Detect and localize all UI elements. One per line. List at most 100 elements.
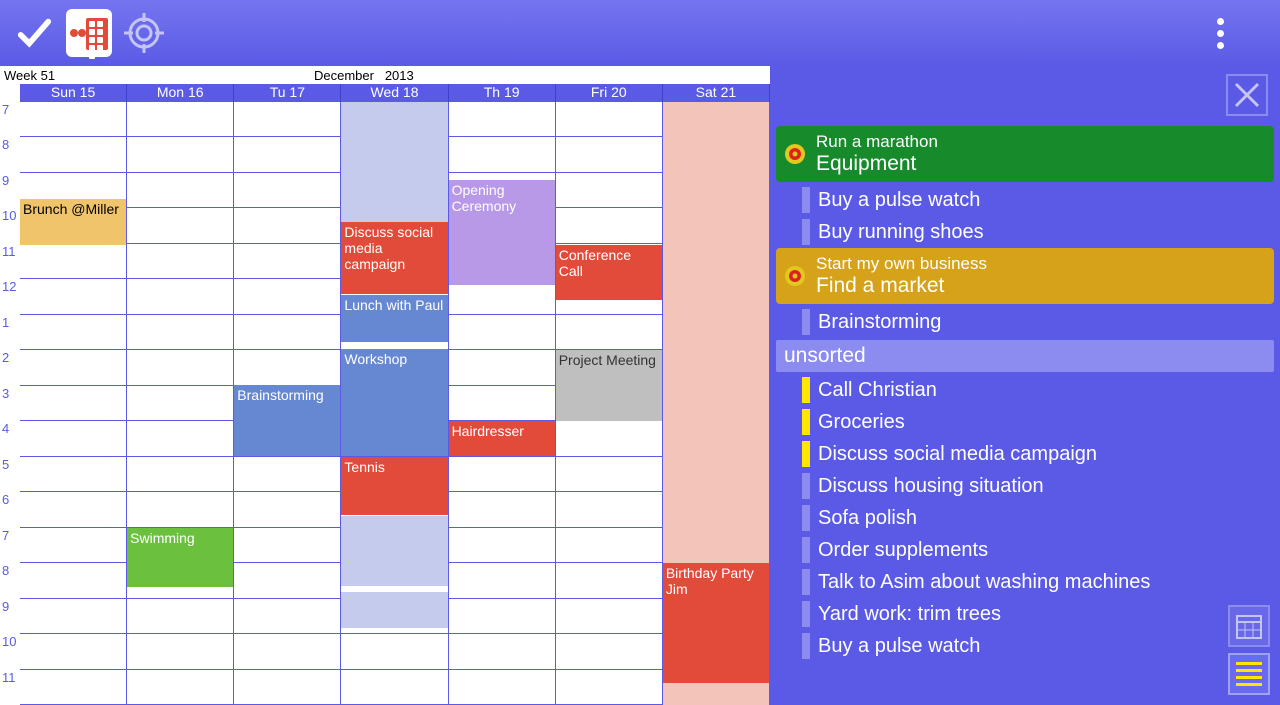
day-col-wed[interactable]: Discuss social media campaignLunch with …: [341, 102, 448, 705]
hour-label: 5: [0, 457, 20, 492]
calendar-event[interactable]: Lunch with Paul: [341, 295, 447, 342]
day-col-sun[interactable]: Brunch @Miller: [20, 102, 127, 705]
unsorted-header[interactable]: unsorted: [776, 340, 1274, 372]
task-priority-bar: [802, 219, 810, 245]
list-view-button[interactable]: [1228, 653, 1270, 695]
task-label: Discuss housing situation: [818, 475, 1044, 498]
calendar-event[interactable]: [341, 102, 447, 222]
day-col-sat[interactable]: Birthday Party Jim: [663, 102, 770, 705]
task-priority-bar: [802, 309, 810, 335]
task-priority-bar: [802, 569, 810, 595]
calendar-event[interactable]: Tennis: [341, 457, 447, 515]
hour-label: 9: [0, 173, 20, 208]
close-panel-button[interactable]: [1226, 74, 1268, 116]
task-item[interactable]: Call Christian: [776, 374, 1274, 406]
goal-subtitle: Start my own business: [816, 254, 1266, 274]
task-label: Order supplements: [818, 539, 988, 562]
hour-label: 3: [0, 386, 20, 421]
task-priority-bar: [802, 537, 810, 563]
hour-label: 8: [0, 563, 20, 598]
task-label: Discuss social media campaign: [818, 443, 1097, 466]
calendar-header: Week 51 December 2013: [0, 66, 770, 84]
top-toolbar: [0, 0, 1280, 66]
hour-label: 1: [0, 315, 20, 350]
task-priority-bar: [802, 473, 810, 499]
day-header[interactable]: Wed 18: [341, 84, 448, 102]
day-header-row: Sun 15 Mon 16 Tu 17 Wed 18 Th 19 Fri 20 …: [0, 84, 770, 102]
day-header[interactable]: Th 19: [449, 84, 556, 102]
task-label: Groceries: [818, 411, 905, 434]
calendar-grid[interactable]: 7891011121234567891011 Brunch @Miller Sw…: [0, 102, 770, 705]
goal-header[interactable]: Run a marathonEquipment: [776, 126, 1274, 182]
calendar-event[interactable]: Hairdresser: [449, 421, 555, 456]
main-content: Week 51 December 2013 Sun 15 Mon 16 Tu 1…: [0, 66, 1280, 705]
task-label: Brainstorming: [818, 311, 941, 334]
task-label: Buy a pulse watch: [818, 635, 980, 658]
calendar-mini-button[interactable]: [1228, 605, 1270, 647]
task-priority-bar: [802, 601, 810, 627]
day-col-mon[interactable]: Swimming: [127, 102, 234, 705]
calendar-event[interactable]: Brainstorming: [234, 385, 340, 456]
calendar-event[interactable]: Discuss social media campaign: [341, 222, 447, 294]
day-header[interactable]: Mon 16: [127, 84, 234, 102]
task-priority-bar: [802, 377, 810, 403]
day-header[interactable]: Sun 15: [20, 84, 127, 102]
day-col-fri[interactable]: Conference Call Project Meeting: [556, 102, 663, 705]
task-item[interactable]: Buy a pulse watch: [776, 630, 1274, 662]
hour-label: 11: [0, 670, 20, 705]
task-label: Sofa polish: [818, 507, 917, 530]
goals-view-icon[interactable]: [120, 9, 168, 57]
calendar-event[interactable]: Workshop: [341, 349, 447, 456]
hour-labels: 7891011121234567891011: [0, 102, 20, 705]
day-header[interactable]: Sat 21: [663, 84, 770, 102]
goal-title: Equipment: [816, 152, 1266, 176]
task-label: Talk to Asim about washing machines: [818, 571, 1150, 594]
hour-label: 8: [0, 137, 20, 172]
tasks-view-icon[interactable]: [10, 9, 58, 57]
task-priority-bar: [802, 441, 810, 467]
hour-label: 10: [0, 208, 20, 243]
day-col-thu[interactable]: Opening Ceremony Hairdresser: [449, 102, 556, 705]
goal-title: Find a market: [816, 274, 1266, 298]
calendar-event[interactable]: Birthday Party Jim: [663, 563, 769, 683]
hour-label: 9: [0, 599, 20, 634]
tasks-pane: Run a marathonEquipmentBuy a pulse watch…: [770, 66, 1280, 705]
hour-label: 4: [0, 421, 20, 456]
task-priority-bar: [802, 409, 810, 435]
calendar-event[interactable]: Brunch @Miller: [20, 199, 126, 245]
task-item[interactable]: Buy running shoes: [776, 216, 1274, 248]
hour-label: 12: [0, 279, 20, 314]
task-item[interactable]: Buy a pulse watch: [776, 184, 1274, 216]
hour-label: 2: [0, 350, 20, 385]
day-header[interactable]: Tu 17: [234, 84, 341, 102]
calendar-event[interactable]: [341, 516, 447, 586]
task-item[interactable]: Yard work: trim trees: [776, 598, 1274, 630]
month-label: December 2013: [314, 68, 414, 83]
task-item[interactable]: Discuss housing situation: [776, 470, 1274, 502]
task-item[interactable]: Groceries: [776, 406, 1274, 438]
task-item[interactable]: Sofa polish: [776, 502, 1274, 534]
task-item[interactable]: Order supplements: [776, 534, 1274, 566]
day-col-tue[interactable]: Brainstorming: [234, 102, 341, 705]
calendar-event[interactable]: Project Meeting: [556, 350, 662, 421]
calendar-event[interactable]: [341, 592, 447, 628]
task-priority-bar: [802, 505, 810, 531]
task-item[interactable]: Talk to Asim about washing machines: [776, 566, 1274, 598]
task-item[interactable]: Discuss social media campaign: [776, 438, 1274, 470]
task-label: Call Christian: [818, 379, 937, 402]
calendar-event[interactable]: Swimming: [127, 528, 233, 587]
day-header[interactable]: Fri 20: [556, 84, 663, 102]
task-label: Yard work: trim trees: [818, 603, 1001, 626]
hour-label: 11: [0, 244, 20, 279]
task-priority-bar: [802, 633, 810, 659]
calendar-event[interactable]: Conference Call: [556, 245, 662, 300]
overflow-menu-icon[interactable]: [1217, 18, 1224, 49]
hour-label: 7: [0, 102, 20, 137]
week-label: Week 51: [4, 68, 314, 83]
goal-subtitle: Run a marathon: [816, 132, 1266, 152]
task-item[interactable]: Brainstorming: [776, 306, 1274, 338]
goal-header[interactable]: Start my own businessFind a market: [776, 248, 1274, 304]
calendar-event[interactable]: Opening Ceremony: [449, 180, 555, 285]
calendar-view-icon[interactable]: [66, 9, 112, 57]
hour-label: 10: [0, 634, 20, 669]
